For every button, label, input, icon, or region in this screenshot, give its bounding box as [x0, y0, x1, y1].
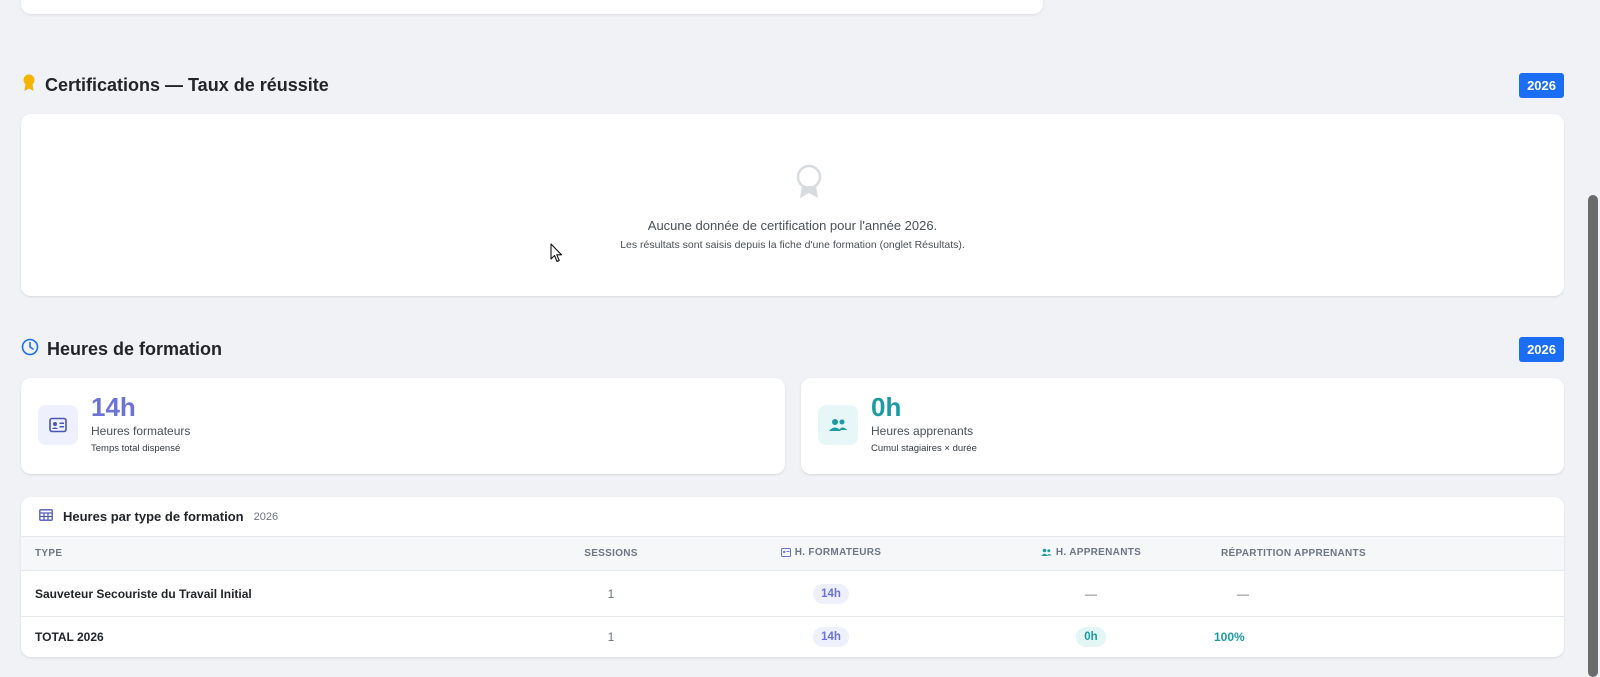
- certifications-empty-message: Aucune donnée de certification pour l'an…: [647, 218, 938, 233]
- scrollbar-thumb[interactable]: [1588, 195, 1598, 677]
- trainer-hours-pill: 14h: [813, 583, 849, 604]
- column-sessions[interactable]: SESSIONS: [541, 548, 681, 559]
- scrollbar[interactable]: [1584, 0, 1600, 677]
- total-trainer-hours-pill: 14h: [813, 627, 849, 647]
- column-trainer-hours[interactable]: H. FORMATEURS: [721, 547, 941, 560]
- hours-title: Heures de formation: [47, 338, 223, 359]
- id-card-icon: [780, 548, 791, 560]
- row-distribution: —: [1237, 586, 1249, 601]
- table-year: 2026: [253, 510, 279, 523]
- row-learner-hours: —: [1085, 586, 1097, 601]
- learner-hours-label: Heures apprenants: [871, 424, 974, 438]
- total-trainer-hours: 14h: [721, 627, 941, 647]
- mouse-cursor-icon: [550, 243, 564, 268]
- table-total-row: TOTAL 2026 1 14h 0h 100%: [21, 617, 1564, 657]
- table-column-headers: TYPE SESSIONS H. FORMATEURS H. APPRENANT…: [21, 537, 1564, 571]
- total-sessions: 1: [607, 630, 615, 644]
- certifications-title: Certifications — Taux de réussite: [45, 74, 329, 95]
- total-learner-hours-pill: 0h: [1076, 627, 1106, 647]
- hours-by-type-table: Heures par type de formation 2026 TYPE S…: [21, 497, 1564, 657]
- certifications-header: Certifications — Taux de réussite 2026: [21, 72, 1564, 98]
- hours-header: Heures de formation 2026: [21, 336, 1564, 362]
- learner-hours-sub: Cumul stagiaires × durée: [871, 443, 977, 454]
- total-learner-hours: 0h: [981, 627, 1201, 647]
- column-learner-hours[interactable]: H. APPRENANTS: [981, 547, 1201, 560]
- dashboard-page: Certifications — Taux de réussite 2026 A…: [0, 0, 1600, 677]
- users-icon: [1041, 548, 1052, 560]
- previous-section-card: [21, 0, 1043, 14]
- trainer-hours-card: 14h Heures formateurs Temps total dispen…: [21, 378, 785, 474]
- table-header-bar: Heures par type de formation 2026: [21, 497, 1564, 537]
- trainer-hours-label: Heures formateurs: [91, 424, 191, 438]
- total-distribution: 100%: [1214, 630, 1245, 644]
- row-trainer-hours: 14h: [721, 583, 941, 604]
- certificate-empty-icon: [795, 164, 823, 205]
- row-sessions: 1: [607, 586, 615, 601]
- hours-year-badge: 2026: [1519, 336, 1564, 362]
- learner-hours-card: 0h Heures apprenants Cumul stagiaires × …: [801, 378, 1564, 474]
- certifications-year-badge: 2026: [1519, 72, 1564, 98]
- column-distribution[interactable]: RÉPARTITION APPRENANTS: [1221, 548, 1366, 559]
- row-type: Sauveteur Secouriste du Travail Initial: [35, 586, 252, 601]
- column-type[interactable]: TYPE: [35, 548, 62, 559]
- learner-hours-value: 0h: [871, 392, 902, 422]
- award-icon: [21, 74, 37, 97]
- trainer-hours-sub: Temps total dispensé: [91, 443, 181, 454]
- users-icon: [818, 405, 858, 445]
- certifications-empty-hint: Les résultats sont saisis depuis la fich…: [620, 239, 965, 251]
- table-icon: [39, 508, 53, 526]
- table-title: Heures par type de formation: [63, 509, 244, 524]
- id-card-icon: [38, 405, 78, 445]
- column-learner-hours-label: H. APPRENANTS: [1055, 547, 1142, 558]
- total-type: TOTAL 2026: [35, 630, 104, 644]
- table-row: Sauveteur Secouriste du Travail Initial …: [21, 571, 1564, 617]
- certifications-card: Aucune donnée de certification pour l'an…: [21, 114, 1564, 296]
- column-trainer-hours-label: H. FORMATEURS: [794, 547, 882, 558]
- clock-icon: [21, 338, 39, 361]
- trainer-hours-value: 14h: [91, 392, 136, 422]
